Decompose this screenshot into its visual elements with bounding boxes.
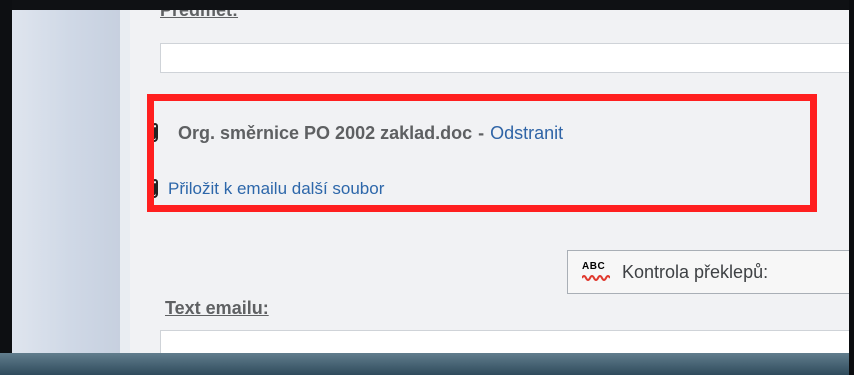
add-attachment-link[interactable]: Přiložit k emailu další soubor <box>168 179 384 199</box>
subject-input[interactable] <box>160 43 854 73</box>
subject-label: Předmět: <box>160 10 239 20</box>
attachment-separator: - <box>478 122 485 143</box>
email-text-input[interactable] <box>160 330 854 353</box>
abc-spellcheck-text: ABC <box>582 261 606 272</box>
abc-spellcheck-icon: ABC <box>582 261 612 283</box>
right-border <box>849 0 854 375</box>
screenshot-frame: Předmět: Org. směrnice PO 2002 zaklad.do… <box>0 0 854 375</box>
email-compose-form: Předmět: Org. směrnice PO 2002 zaklad.do… <box>130 10 854 353</box>
bottom-bar <box>0 353 854 375</box>
email-form-window: Předmět: Org. směrnice PO 2002 zaklad.do… <box>12 10 854 353</box>
attachments-section: Org. směrnice PO 2002 zaklad.doc - Odstr… <box>148 105 848 225</box>
attachment-item: Org. směrnice PO 2002 zaklad.doc - Odstr… <box>148 122 563 144</box>
paperclip-icon <box>148 178 160 200</box>
left-border <box>0 0 12 375</box>
add-attachment-row[interactable]: Přiložit k emailu další soubor <box>148 178 384 200</box>
top-border <box>0 0 854 10</box>
attachment-filename: Org. směrnice PO 2002 zaklad.doc <box>178 122 473 143</box>
spellcheck-label: Kontrola překlepů: <box>622 261 769 282</box>
email-text-label: Text emailu: <box>165 298 269 318</box>
remove-attachment-link[interactable]: Odstranit <box>490 123 563 144</box>
spellcheck-button[interactable]: ABC Kontrola překlepů: <box>567 250 854 294</box>
left-sidebar-strip <box>12 10 120 353</box>
paperclip-icon <box>148 122 160 144</box>
content-divider <box>120 10 130 353</box>
